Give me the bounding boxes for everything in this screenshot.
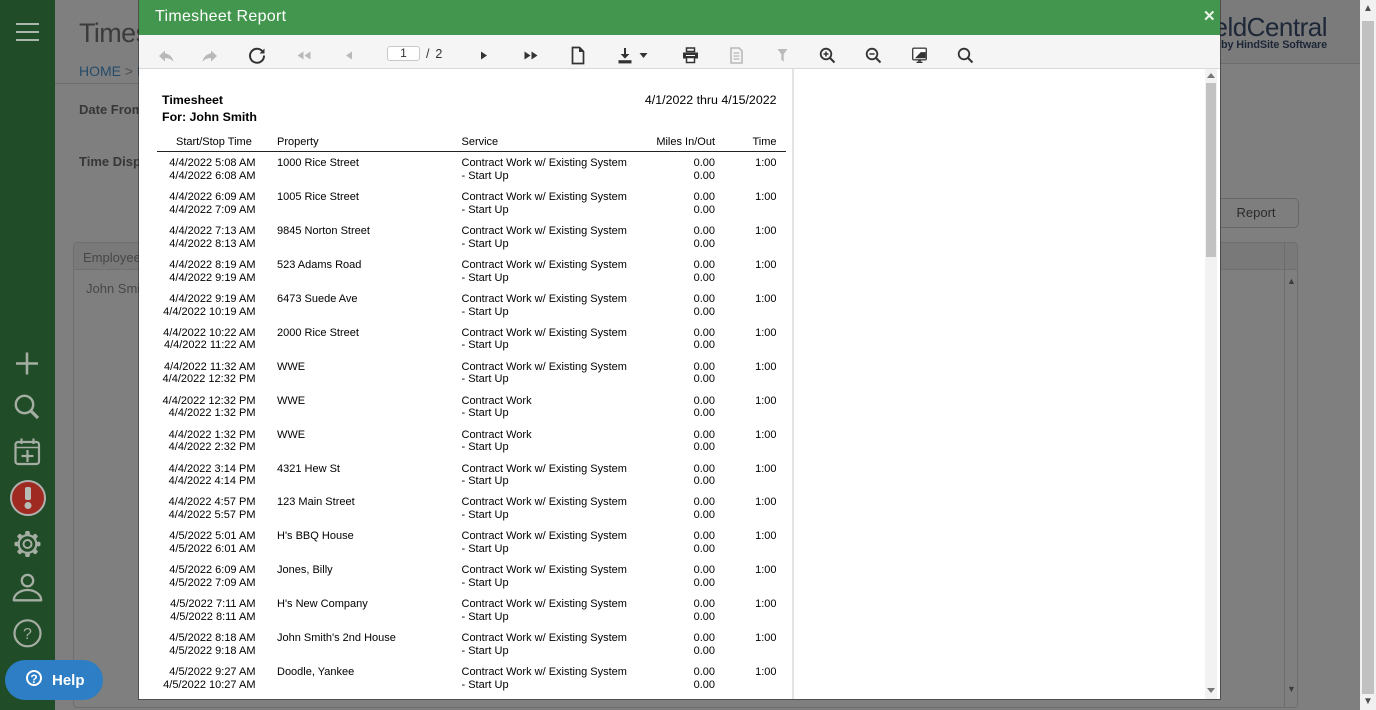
svg-text:?: ? bbox=[23, 626, 32, 643]
